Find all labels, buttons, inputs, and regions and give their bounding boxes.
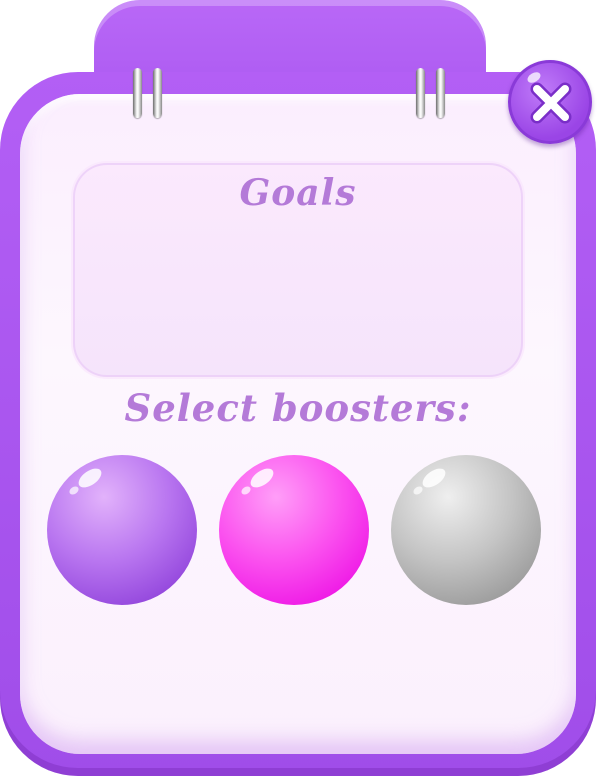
binder-ring-left-icon [133, 68, 167, 120]
goals-title: Goals [239, 172, 357, 214]
booster-gray-orb[interactable] [391, 455, 541, 605]
close-icon [530, 82, 572, 124]
booster-purple-orb[interactable] [47, 455, 197, 605]
close-button[interactable] [508, 60, 592, 144]
booster-pink-orb[interactable] [219, 455, 369, 605]
select-boosters-label: Select boosters: [124, 386, 472, 430]
binder-ring-right-icon [416, 68, 450, 120]
